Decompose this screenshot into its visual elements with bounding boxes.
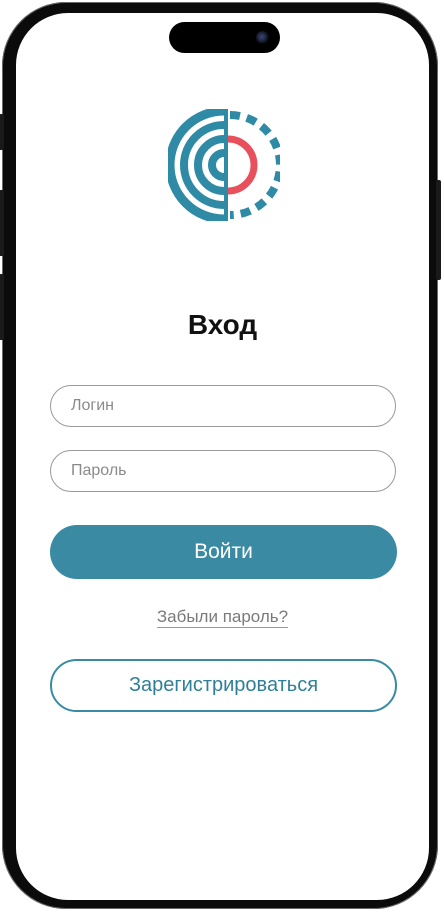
volume-down-button [0, 274, 4, 340]
camera-icon [256, 31, 269, 44]
password-field[interactable] [50, 450, 396, 492]
login-button[interactable]: Войти [50, 525, 397, 579]
login-field[interactable] [50, 385, 396, 427]
app-logo-icon [168, 109, 280, 221]
forgot-password-container: Забыли пароль? [16, 607, 429, 628]
phone-frame: Вход Войти Забыли пароль? Зарегистрирова… [0, 2, 441, 909]
register-button[interactable]: Зарегистрироваться [50, 659, 397, 712]
side-button [0, 114, 4, 150]
dynamic-island [169, 22, 280, 53]
forgot-password-link[interactable]: Забыли пароль? [156, 607, 289, 628]
volume-up-button [0, 190, 4, 256]
page-title: Вход [187, 309, 258, 340]
power-button [436, 180, 441, 280]
screen: Вход Войти Забыли пароль? Зарегистрирова… [16, 13, 429, 900]
